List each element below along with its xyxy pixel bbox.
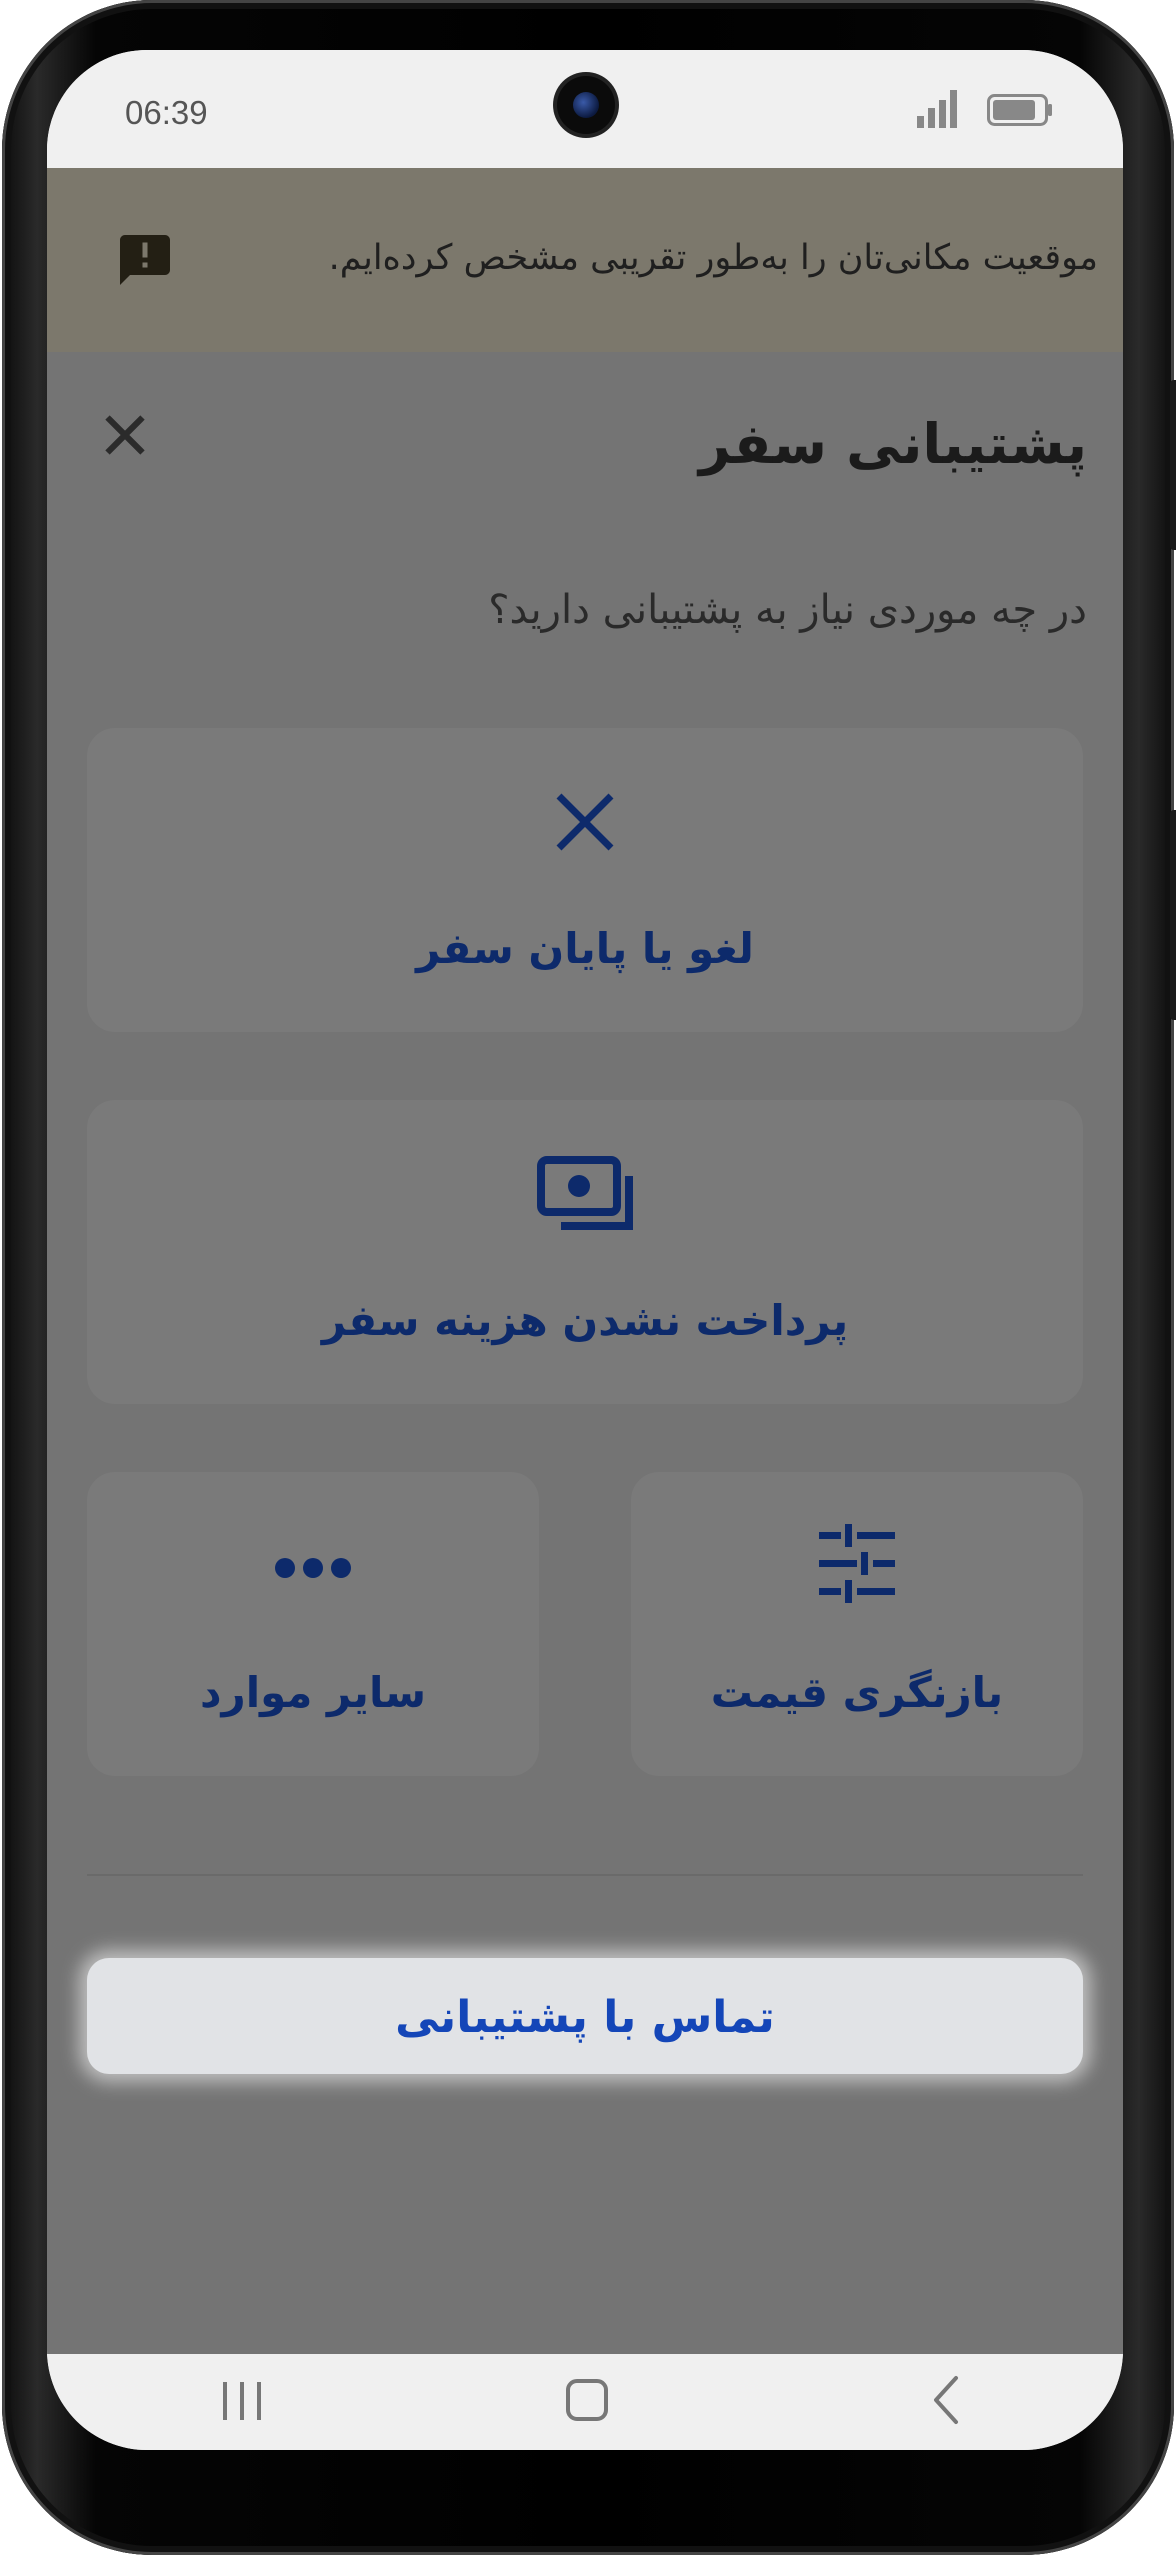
option-label: بازنگری قیمت [710, 1668, 1004, 1717]
option-label: پرداخت نشدن هزینه سفر [321, 1296, 849, 1345]
front-camera [557, 76, 615, 134]
support-question: در چه موردی نیاز به پشتیبانی دارید؟ [488, 587, 1087, 633]
screen: 06:39 موقعیت مکانی‌تان را به‌طور تقریبی … [47, 50, 1123, 2450]
contact-support-label: تماس با پشتیبانی [395, 1992, 775, 2043]
banner-text: موقعیت مکانی‌تان را به‌طور تقریبی مشخص ک… [328, 238, 1098, 278]
system-nav-bar [47, 2354, 1123, 2450]
support-sheet: پشتیبانی سفر در چه موردی نیاز به پشتیبان… [47, 352, 1123, 2354]
payment-cash-icon [537, 1156, 633, 1230]
cancel-x-icon [556, 793, 614, 851]
option-cancel-trip[interactable]: لغو یا پایان سفر [87, 728, 1083, 1032]
contact-support-button[interactable]: تماس با پشتیبانی [87, 1958, 1083, 2074]
option-price-review[interactable]: بازنگری قیمت [631, 1472, 1083, 1776]
power-button [1170, 810, 1176, 1020]
home-icon[interactable] [562, 2372, 612, 2428]
sheet-title: پشتیبانی سفر [699, 412, 1087, 476]
app-screen: موقعیت مکانی‌تان را به‌طور تقریبی مشخص ک… [47, 168, 1123, 2354]
status-bar: 06:39 [47, 50, 1123, 168]
option-other[interactable]: سایر موارد [87, 1472, 539, 1776]
close-icon[interactable] [102, 412, 148, 458]
sliders-tune-icon [819, 1524, 895, 1603]
phone-frame: 06:39 موقعیت مکانی‌تان را به‌طور تقریبی … [2, 0, 1176, 2555]
battery-icon [987, 94, 1052, 126]
location-banner: موقعیت مکانی‌تان را به‌طور تقریبی مشخص ک… [47, 168, 1123, 352]
option-label: لغو یا پایان سفر [416, 924, 754, 973]
option-label: سایر موارد [199, 1668, 427, 1717]
recent-apps-icon[interactable] [217, 2372, 267, 2428]
back-icon[interactable] [922, 2372, 972, 2428]
feedback-alert-icon [120, 235, 170, 285]
signal-icon [917, 90, 957, 128]
volume-button [1170, 380, 1176, 550]
more-dots-icon [275, 1558, 351, 1578]
option-unpaid-fee[interactable]: پرداخت نشدن هزینه سفر [87, 1100, 1083, 1404]
divider [87, 1874, 1083, 1876]
status-time: 06:39 [125, 94, 208, 131]
